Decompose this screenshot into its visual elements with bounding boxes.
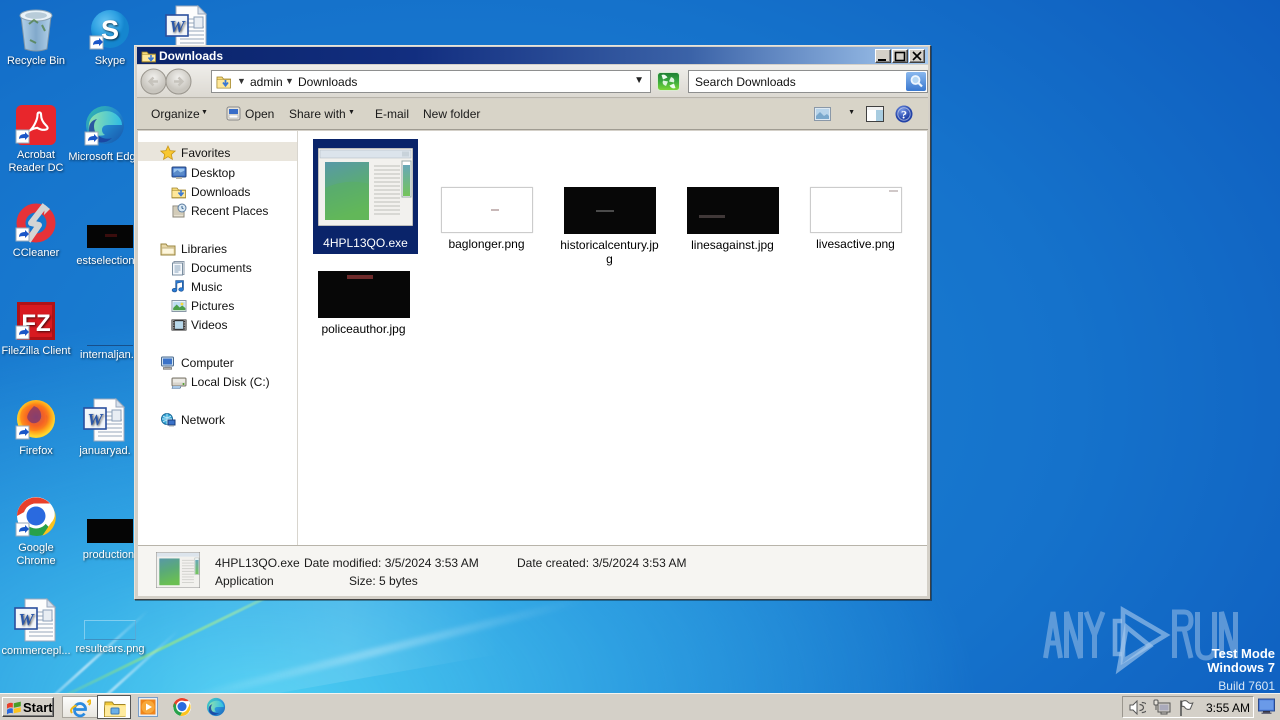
svg-text:?: ?	[901, 108, 907, 122]
svg-text:W: W	[18, 610, 35, 629]
svg-text:W: W	[87, 410, 104, 429]
svg-text:S: S	[101, 15, 119, 45]
svg-text:W: W	[169, 17, 186, 36]
